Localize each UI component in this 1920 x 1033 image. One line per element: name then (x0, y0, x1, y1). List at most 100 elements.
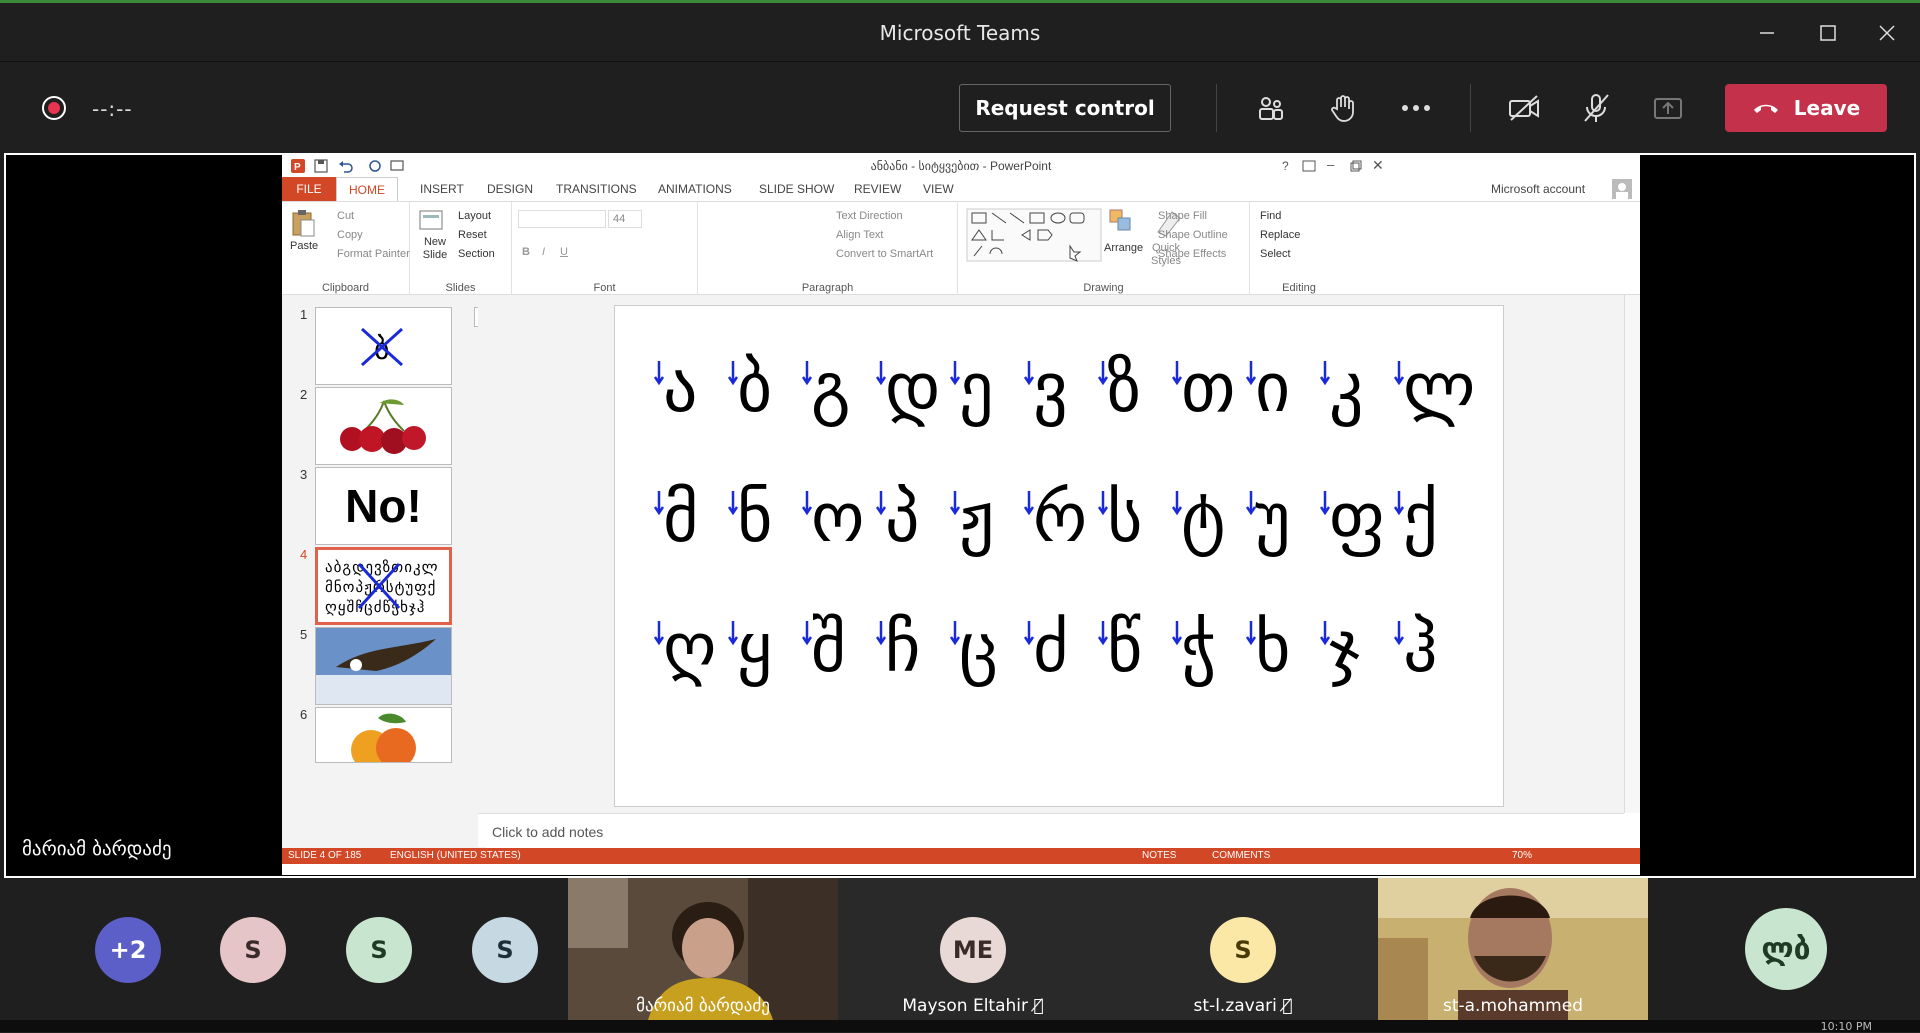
thumb-number: 1 (300, 307, 308, 322)
account-avatar-icon[interactable] (1612, 179, 1632, 199)
thumbnail-slide-3[interactable]: No! (315, 467, 452, 545)
stroke-direction-arrow (653, 491, 665, 516)
tab-design[interactable]: DESIGN (487, 182, 533, 196)
close-button[interactable] (1869, 17, 1905, 49)
current-slide[interactable]: აბგდევზთიკლ მნოპჟრსტუფქ ღყშჩცძწჭხჯჰ (614, 305, 1504, 807)
italic-button[interactable]: I (542, 246, 545, 258)
participant-tile[interactable]: S st-l.zavari 🎙̸ (1108, 878, 1378, 1020)
slide-scrollbar[interactable] (1624, 295, 1640, 813)
find-button[interactable]: Find (1260, 210, 1281, 222)
section-button[interactable]: Section (458, 248, 495, 260)
notes-pane[interactable]: Click to add notes (478, 813, 1624, 847)
text-direction-button[interactable]: Text Direction (836, 210, 903, 222)
thumb1-image: ბ (360, 327, 403, 367)
align-text-button[interactable]: Align Text (836, 229, 884, 241)
people-icon (1259, 97, 1283, 120)
tab-home[interactable]: HOME (336, 177, 398, 201)
new-slide-icon[interactable] (418, 208, 444, 234)
convert-smartart-button[interactable]: Convert to SmartArt (836, 248, 933, 260)
arrange-icon[interactable] (1108, 208, 1134, 238)
taskbar-strip: 10:10 PM (0, 1020, 1920, 1033)
paste-label[interactable]: Paste (290, 240, 318, 252)
leave-button[interactable]: Leave (1725, 84, 1887, 132)
participant-tile[interactable]: ME Mayson Eltahir 🎙̸ (838, 878, 1108, 1020)
underline-button[interactable]: U (560, 246, 568, 258)
stroke-direction-arrow (1171, 361, 1183, 386)
editing-group: Find Replace Select Editing (1250, 202, 1348, 296)
font-name-select[interactable] (518, 210, 606, 228)
replace-button[interactable]: Replace (1260, 229, 1300, 241)
shape-fill-button[interactable]: Shape Fill (1158, 210, 1207, 222)
thumbnail-slide-2[interactable] (315, 387, 452, 465)
participant-avatar[interactable]: S (472, 917, 538, 983)
ppt-restore-icon[interactable] (1350, 160, 1362, 172)
thumbnail-slide-5[interactable] (315, 627, 452, 705)
slide-letter: რ (1033, 479, 1087, 558)
minimize-button[interactable] (1749, 17, 1785, 49)
thumbnail-slide-4[interactable]: აბგდევზთიკლ მნოპჟრსტუფქ ღყშჩცძწჭხჯჰ (315, 547, 452, 625)
participant-video-tile[interactable]: st-a.mohammed (1378, 878, 1648, 1020)
language-status[interactable]: ENGLISH (UNITED STATES) (390, 850, 521, 861)
font-size-select[interactable]: 44 (608, 210, 642, 228)
more-actions-button[interactable] (1394, 88, 1438, 128)
cut-button[interactable]: Cut (337, 210, 354, 222)
account-label[interactable]: Microsoft account (1491, 182, 1585, 196)
stroke-direction-arrow (875, 491, 887, 516)
tab-insert[interactable]: INSERT (420, 182, 464, 196)
reset-button[interactable]: Reset (458, 229, 487, 241)
stroke-direction-arrow (1319, 361, 1331, 386)
participants-button[interactable] (1249, 88, 1293, 128)
slide-letter: მ (663, 479, 699, 558)
thumbnail-slide-6[interactable] (315, 707, 452, 763)
shape-outline-button[interactable]: Shape Outline (1158, 229, 1228, 241)
select-button[interactable]: Select (1260, 248, 1291, 260)
ribbon-display-icon[interactable] (1302, 160, 1316, 172)
mic-toggle-button[interactable] (1574, 88, 1618, 128)
ppt-minimize-icon[interactable]: – (1327, 157, 1334, 172)
stroke-direction-arrow (1023, 621, 1035, 646)
slide-letter: ღ (663, 609, 716, 688)
stroke-direction-arrow (949, 491, 961, 516)
tab-review[interactable]: REVIEW (854, 182, 901, 196)
slide-letter: პ (885, 479, 920, 558)
share-screen-button[interactable] (1646, 88, 1690, 128)
tab-animations[interactable]: ANIMATIONS (658, 182, 732, 196)
comments-toggle[interactable]: COMMENTS (1212, 850, 1270, 861)
more-participants-button[interactable]: +2 (95, 917, 161, 983)
notes-toggle[interactable]: NOTES (1142, 850, 1176, 861)
copy-button[interactable]: Copy (337, 229, 363, 241)
record-icon (42, 96, 66, 120)
slide-counter: SLIDE 4 OF 185 (288, 850, 362, 861)
help-icon[interactable]: ? (1282, 159, 1289, 173)
tab-slide-show[interactable]: SLIDE SHOW (759, 182, 834, 196)
participant-avatar[interactable]: S (220, 917, 286, 983)
participant-name: Mayson Eltahir 🎙̸ (902, 996, 1044, 1016)
bold-button[interactable]: B (522, 246, 530, 258)
tab-transitions[interactable]: TRANSITIONS (556, 182, 637, 196)
layout-button[interactable]: Layout (458, 210, 491, 222)
shapes-gallery-icon[interactable] (966, 208, 1102, 262)
participant-avatar[interactable]: S (346, 917, 412, 983)
zoom-level[interactable]: 70% (1512, 850, 1532, 861)
participant-avatar[interactable]: ლბ (1745, 908, 1827, 990)
format-painter-button[interactable]: Format Painter (337, 248, 410, 260)
camera-toggle-button[interactable] (1502, 88, 1546, 128)
maximize-button[interactable] (1810, 17, 1846, 49)
thumbnail-slide-1[interactable]: ბ (315, 307, 452, 385)
new-slide-label[interactable]: New Slide (418, 236, 452, 262)
stroke-direction-arrow (1171, 491, 1183, 516)
ppt-close-icon[interactable]: ✕ (1372, 157, 1384, 174)
participant-video-tile[interactable]: მარიამ ბარდაძე (568, 878, 838, 1020)
tab-view[interactable]: VIEW (923, 182, 954, 196)
slide-letter: ჯ (1329, 609, 1360, 688)
arrange-label[interactable]: Arrange (1104, 242, 1143, 254)
request-control-button[interactable]: Request control (959, 84, 1171, 132)
muted-mic-icon: 🎙̸ (1033, 996, 1044, 1016)
close-icon (1879, 25, 1895, 41)
raise-hand-button[interactable] (1321, 88, 1365, 128)
stroke-direction-arrow (875, 621, 887, 646)
shape-effects-button[interactable]: Shape Effects (1158, 248, 1226, 260)
tab-file[interactable]: FILE (282, 177, 336, 201)
slide-letter: ზ (1107, 349, 1141, 428)
paste-icon[interactable] (290, 208, 316, 238)
